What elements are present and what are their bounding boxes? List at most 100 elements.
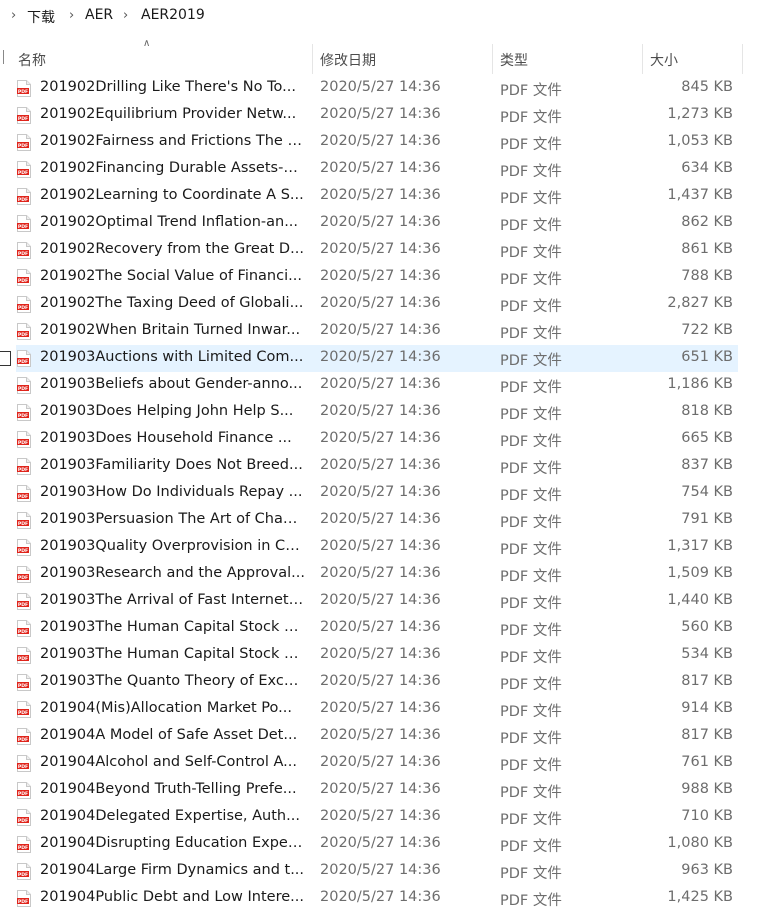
file-row[interactable]: PDF 201904Delegated Expertise, Auth... 202…: [0, 804, 761, 831]
file-row[interactable]: PDF 201902The Taxing Deed of Globali... 20…: [0, 291, 761, 318]
column-header-type[interactable]: 类型: [500, 50, 528, 70]
file-row[interactable]: PDF 201902Learning to Coordinate A S... 20…: [0, 183, 761, 210]
file-row[interactable]: PDF 201903Persuasion The Art of Chan... 20…: [0, 507, 761, 534]
column-divider[interactable]: [642, 44, 643, 74]
chevron-right-icon[interactable]: ›: [11, 8, 16, 23]
file-row[interactable]: PDF 201903The Arrival of Fast Internet ..…: [0, 588, 761, 615]
file-date: 2020/5/27 14:36: [320, 835, 441, 851]
column-header-name[interactable]: 名称: [18, 50, 46, 70]
file-date: 2020/5/27 14:36: [320, 376, 441, 392]
file-row[interactable]: PDF 201903Quality Overprovision in Ca... 2…: [0, 534, 761, 561]
pdf-file-icon: PDF: [17, 539, 31, 556]
breadcrumb-item-aer2019[interactable]: AER2019: [141, 7, 205, 23]
svg-text:PDF: PDF: [18, 251, 28, 257]
file-row[interactable]: PDF 201902Fairness and Frictions The I...…: [0, 129, 761, 156]
file-row[interactable]: PDF 201903Research and the Approval... 202…: [0, 561, 761, 588]
file-type: PDF 文件: [500, 434, 562, 450]
chevron-right-icon[interactable]: ›: [69, 8, 74, 23]
file-row[interactable]: PDF 201902Recovery from the Great D... 202…: [0, 237, 761, 264]
file-date: 2020/5/27 14:36: [320, 187, 441, 203]
file-row[interactable]: PDF 201903Does Household Finance ... 2020/…: [0, 426, 761, 453]
file-date: 2020/5/27 14:36: [320, 754, 441, 770]
file-row[interactable]: PDF 201903The Human Capital Stock A... 202…: [0, 615, 761, 642]
svg-text:PDF: PDF: [18, 170, 28, 176]
breadcrumb-item-downloads[interactable]: 下载: [27, 7, 55, 27]
file-type: PDF 文件: [500, 83, 562, 99]
file-name: 201904Beyond Truth-Telling Prefe...: [40, 781, 297, 797]
svg-text:PDF: PDF: [18, 521, 28, 527]
file-row[interactable]: PDF 201902When Britain Turned Inwar... 202…: [0, 318, 761, 345]
file-size: 1,425 KB: [667, 889, 733, 905]
file-row[interactable]: PDF 201904(Mis)Allocation Market Po... 202…: [0, 696, 761, 723]
file-date: 2020/5/27 14:36: [320, 619, 441, 635]
svg-text:PDF: PDF: [18, 845, 28, 851]
file-type: PDF 文件: [500, 758, 562, 774]
chevron-right-icon[interactable]: ›: [123, 8, 128, 23]
file-name: 201902Drilling Like There's No To...: [40, 79, 296, 95]
file-row[interactable]: PDF 201903The Quanto Theory of Exch... 202…: [0, 669, 761, 696]
file-row[interactable]: PDF 201903Auctions with Limited Com... 202…: [0, 345, 761, 372]
file-date: 2020/5/27 14:36: [320, 646, 441, 662]
file-type: PDF 文件: [500, 353, 562, 369]
file-name: 201902The Taxing Deed of Globali...: [40, 295, 304, 311]
file-row[interactable]: PDF 201904Beyond Truth-Telling Prefe... 20…: [0, 777, 761, 804]
column-header-date[interactable]: 修改日期: [320, 50, 376, 70]
file-type: PDF 文件: [500, 515, 562, 531]
file-row[interactable]: PDF 201904Alcohol and Self-Control A... 20…: [0, 750, 761, 777]
svg-text:PDF: PDF: [18, 656, 28, 662]
file-row[interactable]: PDF 201903Familiarity Does Not Breed... 20…: [0, 453, 761, 480]
svg-text:PDF: PDF: [18, 710, 28, 716]
column-divider[interactable]: [492, 44, 493, 74]
file-row[interactable]: PDF 201902Equilibrium Provider Netw... 202…: [0, 102, 761, 129]
file-type: PDF 文件: [500, 110, 562, 126]
file-size: 1,186 KB: [667, 376, 733, 392]
pdf-file-icon: PDF: [17, 188, 31, 205]
file-row[interactable]: PDF 201902Optimal Trend Inflation-an... 20…: [0, 210, 761, 237]
file-size: 2,827 KB: [667, 295, 733, 311]
file-name: 201904Disrupting Education Exper...: [40, 835, 305, 851]
column-divider[interactable]: [742, 44, 743, 74]
file-row[interactable]: PDF 201902The Social Value of Financi... 2…: [0, 264, 761, 291]
file-row[interactable]: PDF 201904A Model of Safe Asset Det... 202…: [0, 723, 761, 750]
file-row[interactable]: PDF 201903The Human Capital Stock A... 202…: [0, 642, 761, 669]
column-header-size[interactable]: 大小: [650, 50, 678, 70]
file-date: 2020/5/27 14:36: [320, 592, 441, 608]
file-size: 817 KB: [681, 673, 733, 689]
row-checkbox[interactable]: [0, 351, 11, 366]
file-row[interactable]: PDF 201903How Do Individuals Repay ... 202…: [0, 480, 761, 507]
file-row[interactable]: PDF 201904Large Firm Dynamics and t... 202…: [0, 858, 761, 885]
svg-text:PDF: PDF: [18, 386, 28, 392]
file-row[interactable]: PDF 201902Drilling Like There's No To... 2…: [0, 75, 761, 102]
file-name: 201903How Do Individuals Repay ...: [40, 484, 303, 500]
file-date: 2020/5/27 14:36: [320, 322, 441, 338]
file-type: PDF 文件: [500, 137, 562, 153]
file-row[interactable]: PDF 201904Disrupting Education Exper... 20…: [0, 831, 761, 858]
pdf-file-icon: PDF: [17, 404, 31, 421]
svg-text:PDF: PDF: [18, 440, 28, 446]
file-size: 754 KB: [681, 484, 733, 500]
file-row[interactable]: PDF 201903Does Helping John Help S... 2020…: [0, 399, 761, 426]
svg-text:PDF: PDF: [18, 764, 28, 770]
file-type: PDF 文件: [500, 839, 562, 855]
file-name: 201902When Britain Turned Inwar...: [40, 322, 301, 338]
file-type: PDF 文件: [500, 569, 562, 585]
file-row[interactable]: PDF 201903Beliefs about Gender-anno... 202…: [0, 372, 761, 399]
file-size: 1,317 KB: [667, 538, 733, 554]
svg-text:PDF: PDF: [18, 467, 28, 473]
breadcrumb-item-aer[interactable]: AER: [85, 7, 113, 23]
pdf-file-icon: PDF: [17, 350, 31, 367]
file-name: 201904Delegated Expertise, Auth...: [40, 808, 300, 824]
file-size: 665 KB: [681, 430, 733, 446]
svg-text:PDF: PDF: [18, 143, 28, 149]
file-type: PDF 文件: [500, 704, 562, 720]
file-size: 1,437 KB: [667, 187, 733, 203]
file-date: 2020/5/27 14:36: [320, 403, 441, 419]
file-date: 2020/5/27 14:36: [320, 430, 441, 446]
column-divider[interactable]: [312, 44, 313, 74]
file-name: 201902Learning to Coordinate A S...: [40, 187, 304, 203]
file-type: PDF 文件: [500, 650, 562, 666]
pdf-file-icon: PDF: [17, 620, 31, 637]
file-row[interactable]: PDF 201904Public Debt and Low Intere... 20…: [0, 885, 761, 912]
file-row[interactable]: PDF 201902Financing Durable Assets-a... 20…: [0, 156, 761, 183]
svg-text:PDF: PDF: [18, 305, 28, 311]
